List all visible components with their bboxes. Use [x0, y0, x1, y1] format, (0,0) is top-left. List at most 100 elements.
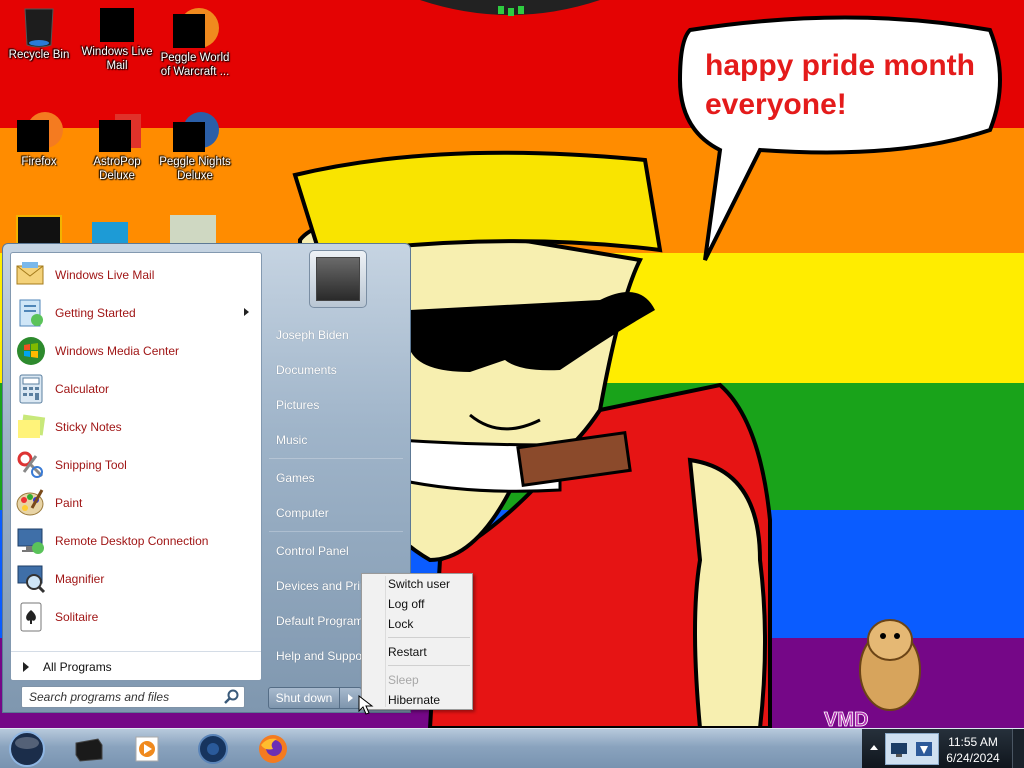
desktop-icon-label: Recycle Bin — [8, 49, 70, 61]
program-label: Windows Live Mail — [55, 268, 155, 282]
menu-separator — [388, 637, 470, 638]
sticky-notes-icon — [15, 411, 47, 443]
taskbar-button-firefox[interactable] — [246, 731, 300, 767]
right-column-separator — [269, 458, 403, 459]
speech-bubble-line-1: happy pride month — [705, 49, 975, 82]
chevron-right-icon — [348, 694, 353, 702]
tray-icons[interactable] — [885, 733, 939, 765]
taskbar-button-media-box[interactable] — [62, 731, 116, 767]
vmd-logo-text: VMD — [824, 709, 868, 728]
astropop-icon — [97, 112, 141, 152]
recycle-bin-icon — [19, 5, 59, 48]
right-item-help-and-support[interactable]: Help and Support — [276, 649, 366, 663]
right-item-documents[interactable]: Documents — [276, 363, 366, 377]
right-item-computer[interactable]: Computer — [276, 506, 366, 520]
desktop-icon-label: Firefox — [21, 156, 57, 168]
right-item-devices-and-printers[interactable]: Devices and Printers — [276, 579, 366, 593]
media-center-orb-icon — [198, 734, 228, 764]
clock-time[interactable]: 11:55 AM — [941, 735, 1005, 749]
right-item-control-panel[interactable]: Control Panel — [276, 544, 366, 558]
desktop-icon-label: AstroPop Deluxe — [93, 156, 141, 182]
user-account-picture[interactable] — [309, 250, 367, 308]
program-label: Magnifier — [55, 572, 105, 586]
right-item-default-programs[interactable]: Default Programs — [276, 614, 366, 628]
program-label: Snipping Tool — [55, 458, 127, 472]
program-item-paint[interactable]: Paint — [15, 485, 259, 521]
right-item-music[interactable]: Music — [276, 433, 366, 447]
menu-item-lock[interactable]: Lock — [388, 617, 413, 631]
magnifier-icon — [15, 563, 47, 595]
right-item-user-folder[interactable]: Joseph Biden — [276, 328, 366, 342]
program-item-snipping-tool[interactable]: Snipping Tool — [15, 447, 259, 483]
firefox-icon — [259, 735, 287, 763]
shutdown-button[interactable]: Shut down — [268, 687, 340, 709]
search-input[interactable] — [22, 687, 218, 707]
menu-item-hibernate[interactable]: Hibernate — [388, 693, 440, 707]
menu-separator — [388, 665, 470, 666]
getting-started-icon — [15, 297, 47, 329]
solitaire-icon — [15, 601, 47, 633]
program-label: Solitaire — [55, 610, 99, 624]
search-box[interactable] — [21, 686, 245, 708]
desktop-icon-partial-2[interactable] — [92, 222, 128, 244]
remote-desktop-icon — [15, 525, 47, 557]
program-label: Windows Media Center — [55, 344, 180, 358]
program-item-getting-started[interactable]: Getting Started — [15, 295, 259, 331]
firefox-icon — [17, 112, 63, 152]
all-programs-button[interactable]: All Programs — [11, 651, 261, 681]
program-item-magnifier[interactable]: Magnifier — [15, 561, 259, 597]
taskbar-button-media-player[interactable] — [120, 731, 174, 767]
program-item-remote-desktop[interactable]: Remote Desktop Connection — [15, 523, 259, 559]
search-icon[interactable] — [224, 689, 240, 705]
action-center-icon[interactable] — [914, 740, 936, 760]
desktop-icon-label: Windows Live Mail — [81, 46, 153, 72]
clock-date[interactable]: 6/24/2024 — [941, 751, 1005, 765]
show-hidden-icons-icon[interactable] — [870, 745, 878, 750]
mouse-cursor — [358, 695, 374, 715]
menu-item-sleep: Sleep — [388, 673, 419, 687]
program-label: Calculator — [55, 382, 110, 396]
media-center-icon — [15, 335, 47, 367]
start-menu: Windows Live Mail Getting Started Window… — [2, 243, 411, 713]
desktop-icon-recycle-bin[interactable]: Recycle Bin — [0, 5, 78, 62]
shutdown-options-menu: Switch user Log off Lock Restart Sleep H… — [361, 573, 473, 710]
desktop-icon-partial-3[interactable] — [170, 215, 216, 245]
menu-item-switch-user[interactable]: Switch user — [388, 577, 450, 591]
peggle-wow-icon — [173, 8, 219, 48]
right-item-games[interactable]: Games — [276, 471, 366, 485]
mail-icon — [15, 259, 47, 291]
program-item-calculator[interactable]: Calculator — [15, 371, 259, 407]
menu-item-restart[interactable]: Restart — [388, 645, 427, 659]
paint-icon — [15, 487, 47, 519]
desktop-icon-windows-live-mail[interactable]: Windows Live Mail — [78, 8, 156, 73]
program-label: Remote Desktop Connection — [55, 534, 209, 548]
media-player-icon — [135, 736, 159, 762]
program-item-sticky-notes[interactable]: Sticky Notes — [15, 409, 259, 445]
program-item-solitaire[interactable]: Solitaire — [15, 599, 259, 635]
start-button[interactable] — [5, 730, 49, 768]
taskbar-button-media-center[interactable] — [186, 731, 240, 767]
desktop-icon-peggle-nights[interactable]: Peggle Nights Deluxe — [156, 112, 234, 183]
windows-live-mail-icon — [100, 8, 134, 42]
calculator-icon — [15, 373, 47, 405]
menu-item-log-off[interactable]: Log off — [388, 597, 424, 611]
all-programs-label: All Programs — [43, 659, 112, 674]
desktop-icon-label: Peggle World of Warcraft ... — [160, 52, 230, 78]
desktop-icon-peggle-wow[interactable]: Peggle World of Warcraft ... — [156, 8, 234, 79]
desktop-icon-astropop[interactable]: AstroPop Deluxe — [78, 112, 156, 183]
network-icon[interactable] — [890, 742, 910, 758]
program-label: Getting Started — [55, 306, 136, 320]
character-hat — [292, 150, 663, 258]
program-label: Paint — [55, 496, 83, 510]
program-item-windows-live-mail[interactable]: Windows Live Mail — [15, 257, 259, 293]
media-box-icon — [75, 738, 103, 762]
right-column-separator — [269, 531, 403, 532]
snipping-tool-icon — [15, 449, 47, 481]
desktop-icon-firefox[interactable]: Firefox — [0, 112, 78, 169]
show-desktop-button[interactable] — [1012, 729, 1024, 768]
right-item-pictures[interactable]: Pictures — [276, 398, 366, 412]
program-item-windows-media-center[interactable]: Windows Media Center — [15, 333, 259, 369]
taskbar: 11:55 AM 6/24/2024 — [0, 728, 1024, 768]
desktop-icon-label: Peggle Nights Deluxe — [159, 156, 231, 182]
desktop-icon-partial-1[interactable] — [16, 215, 62, 245]
